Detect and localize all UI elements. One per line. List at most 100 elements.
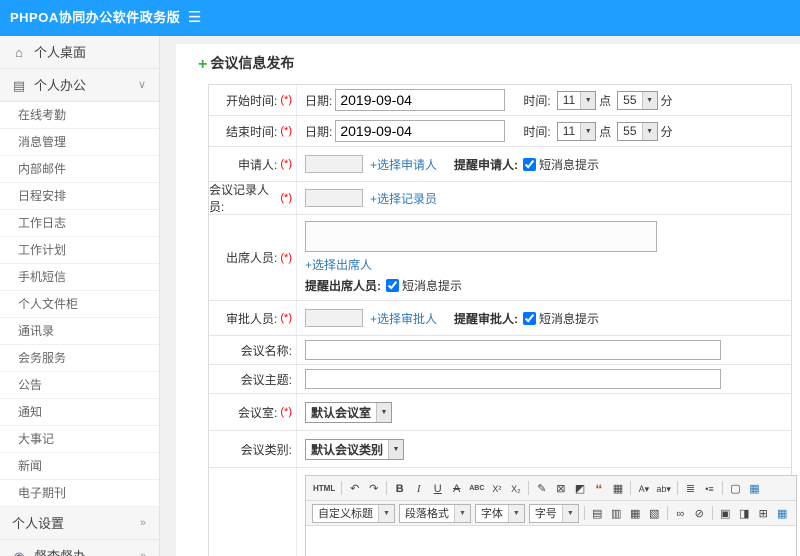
- sms-remind-checkbox[interactable]: [523, 311, 537, 325]
- time-label: 时间:: [523, 93, 551, 108]
- sidebar-section-settings[interactable]: 个人设置 »: [0, 507, 159, 540]
- italic-icon[interactable]: I: [410, 479, 427, 497]
- table-icon[interactable]: ⊞: [755, 504, 772, 522]
- color-palette-icon[interactable]: ◩: [571, 479, 588, 497]
- sidebar-item-sms[interactable]: 手机短信: [0, 264, 159, 291]
- sms-remind-checkbox[interactable]: [386, 279, 399, 292]
- end-hour-select[interactable]: 11 ▼: [556, 121, 597, 141]
- field-content: 日期: 时间: 11 ▼ 点 55 ▼ 分: [297, 116, 791, 146]
- menu-icon[interactable]: ☰: [188, 0, 201, 36]
- meeting-form: 开始时间: (*) 日期: 时间: 11 ▼ 点 55 ▼ 分 结束时间: (*) …: [208, 84, 797, 556]
- sidebar-item-work-plan[interactable]: 工作计划: [0, 237, 159, 264]
- attendees-textarea[interactable]: [305, 221, 657, 252]
- start-date-input[interactable]: [335, 89, 506, 111]
- font-family-select[interactable]: 字体 ▼: [474, 503, 525, 523]
- field-label: 会议类别:: [209, 431, 297, 467]
- align-center-icon[interactable]: ▥: [608, 504, 625, 522]
- align-justify-icon[interactable]: ▧: [646, 504, 663, 522]
- start-hour-select[interactable]: 11 ▼: [556, 90, 597, 110]
- sidebar-section-supervise[interactable]: ◉ 督查督办 »: [0, 540, 159, 556]
- font-size-select[interactable]: 字号 ▼: [528, 503, 579, 523]
- approver-input[interactable]: [305, 309, 363, 327]
- unlink-icon[interactable]: ⊘: [691, 504, 708, 522]
- toolbar-separator: [528, 481, 530, 495]
- redo-icon[interactable]: ↷: [365, 479, 382, 497]
- grid-view-icon[interactable]: ▦: [774, 504, 791, 522]
- field-label: 会议记录人员: (*): [209, 182, 297, 214]
- meeting-name-input[interactable]: [305, 340, 721, 360]
- media-icon[interactable]: ◨: [736, 504, 753, 522]
- time-label: 时间:: [523, 124, 551, 139]
- fullscreen-icon[interactable]: ▦: [746, 479, 763, 497]
- toolbar-separator: [341, 481, 343, 495]
- form-row-applicant: 申请人: (*) +选择申请人 提醒申请人: 短消息提示: [209, 147, 791, 182]
- align-right-icon[interactable]: ▦: [627, 504, 644, 522]
- sidebar-item-notice[interactable]: 通知: [0, 399, 159, 426]
- sms-remind-checkbox[interactable]: [523, 157, 537, 171]
- ordered-list-icon[interactable]: ≣: [682, 479, 699, 497]
- form-row-meeting-name: 会议名称:: [209, 336, 791, 365]
- sidebar-item-work-log[interactable]: 工作日志: [0, 210, 159, 237]
- sidebar-item-news[interactable]: 新闻: [0, 453, 159, 480]
- sidebar-item-contacts[interactable]: 通讯录: [0, 318, 159, 345]
- highlight-color-icon[interactable]: ab▾: [654, 479, 673, 497]
- link-icon[interactable]: ∞: [672, 504, 689, 522]
- blockquote-icon[interactable]: “: [590, 479, 607, 497]
- dropdown-arrow-icon: ▼: [580, 122, 596, 140]
- recorder-input[interactable]: [305, 189, 363, 207]
- select-approver-link[interactable]: +选择审批人: [370, 310, 437, 327]
- rich-text-editor: HTML ↶ ↷ B I U A ABC X² X₂ ✎ ⊠ ◩ “ ▦ A▾ …: [305, 475, 797, 556]
- underline-icon[interactable]: U: [429, 479, 446, 497]
- superscript-icon[interactable]: X²: [488, 479, 505, 497]
- sidebar-item-schedule[interactable]: 日程安排: [0, 183, 159, 210]
- bold-icon[interactable]: B: [391, 479, 408, 497]
- meeting-type-select[interactable]: 默认会议类别 ▼: [305, 438, 405, 460]
- select-applicant-link[interactable]: +选择申请人: [370, 156, 437, 173]
- end-minute-select[interactable]: 55 ▼: [617, 121, 658, 141]
- form-row-end-time: 结束时间: (*) 日期: 时间: 11 ▼ 点 55 ▼ 分: [209, 116, 791, 147]
- eraser-icon[interactable]: ⊠: [552, 479, 569, 497]
- heading-style-select[interactable]: 自定义标题 ▼: [312, 503, 395, 523]
- sidebar-item-message-mgmt[interactable]: 消息管理: [0, 129, 159, 156]
- format-brush-icon[interactable]: ✎: [533, 479, 550, 497]
- sidebar-section-office[interactable]: ▤ 个人办公 ∨: [0, 69, 159, 102]
- align-left-icon[interactable]: ▤: [589, 504, 606, 522]
- form-row-start-time: 开始时间: (*) 日期: 时间: 11 ▼ 点 55 ▼ 分: [209, 85, 791, 116]
- chevron-right-icon: »: [139, 550, 146, 556]
- sms-remind-text: 短消息提示: [402, 279, 463, 293]
- sidebar-item-internal-mail[interactable]: 内部邮件: [0, 156, 159, 183]
- sidebar-item-announcement[interactable]: 公告: [0, 372, 159, 399]
- unordered-list-icon[interactable]: •≡: [701, 479, 718, 497]
- sidebar-item-attendance[interactable]: 在线考勤: [0, 102, 159, 129]
- field-label: 出席人员: (*): [209, 215, 297, 300]
- toolbar-separator: [630, 481, 632, 495]
- subscript-icon[interactable]: X₂: [507, 479, 524, 497]
- start-minute-select[interactable]: 55 ▼: [617, 90, 658, 110]
- image-icon[interactable]: ▣: [717, 504, 734, 522]
- select-recorder-link[interactable]: +选择记录员: [370, 190, 437, 207]
- page-break-icon[interactable]: ▢: [727, 479, 744, 497]
- sidebar-section-desktop[interactable]: ⌂ 个人桌面: [0, 36, 159, 69]
- paragraph-format-select[interactable]: 段落格式 ▼: [398, 503, 471, 523]
- sidebar-item-e-journal[interactable]: 电子期刊: [0, 480, 159, 507]
- dropdown-arrow-icon: ▼: [507, 504, 524, 522]
- spellcheck-icon[interactable]: ABC: [467, 479, 486, 497]
- undo-icon[interactable]: ↶: [346, 479, 363, 497]
- applicant-input[interactable]: [305, 155, 363, 173]
- meeting-subject-input[interactable]: [305, 369, 721, 389]
- sidebar-item-meeting-service[interactable]: 会务服务: [0, 345, 159, 372]
- select-attendees-link[interactable]: +选择出席人: [305, 256, 372, 273]
- sidebar-item-memorabilia[interactable]: 大事记: [0, 426, 159, 453]
- strikethrough-icon[interactable]: A: [448, 479, 465, 497]
- sidebar-item-file-cabinet[interactable]: 个人文件柜: [0, 291, 159, 318]
- sidebar-section-label: 个人办公: [34, 78, 87, 93]
- meeting-room-select[interactable]: 默认会议室 ▼: [305, 401, 393, 423]
- editor-content-area[interactable]: [306, 526, 796, 556]
- chevron-down-icon: ∨: [137, 79, 146, 91]
- end-date-input[interactable]: [335, 120, 506, 142]
- insert-frame-icon[interactable]: ▦: [609, 479, 626, 497]
- required-mark: (*): [280, 251, 292, 264]
- font-color-icon[interactable]: A▾: [635, 479, 652, 497]
- label-text: 审批人员:: [226, 311, 278, 326]
- html-source-icon[interactable]: HTML: [311, 479, 337, 497]
